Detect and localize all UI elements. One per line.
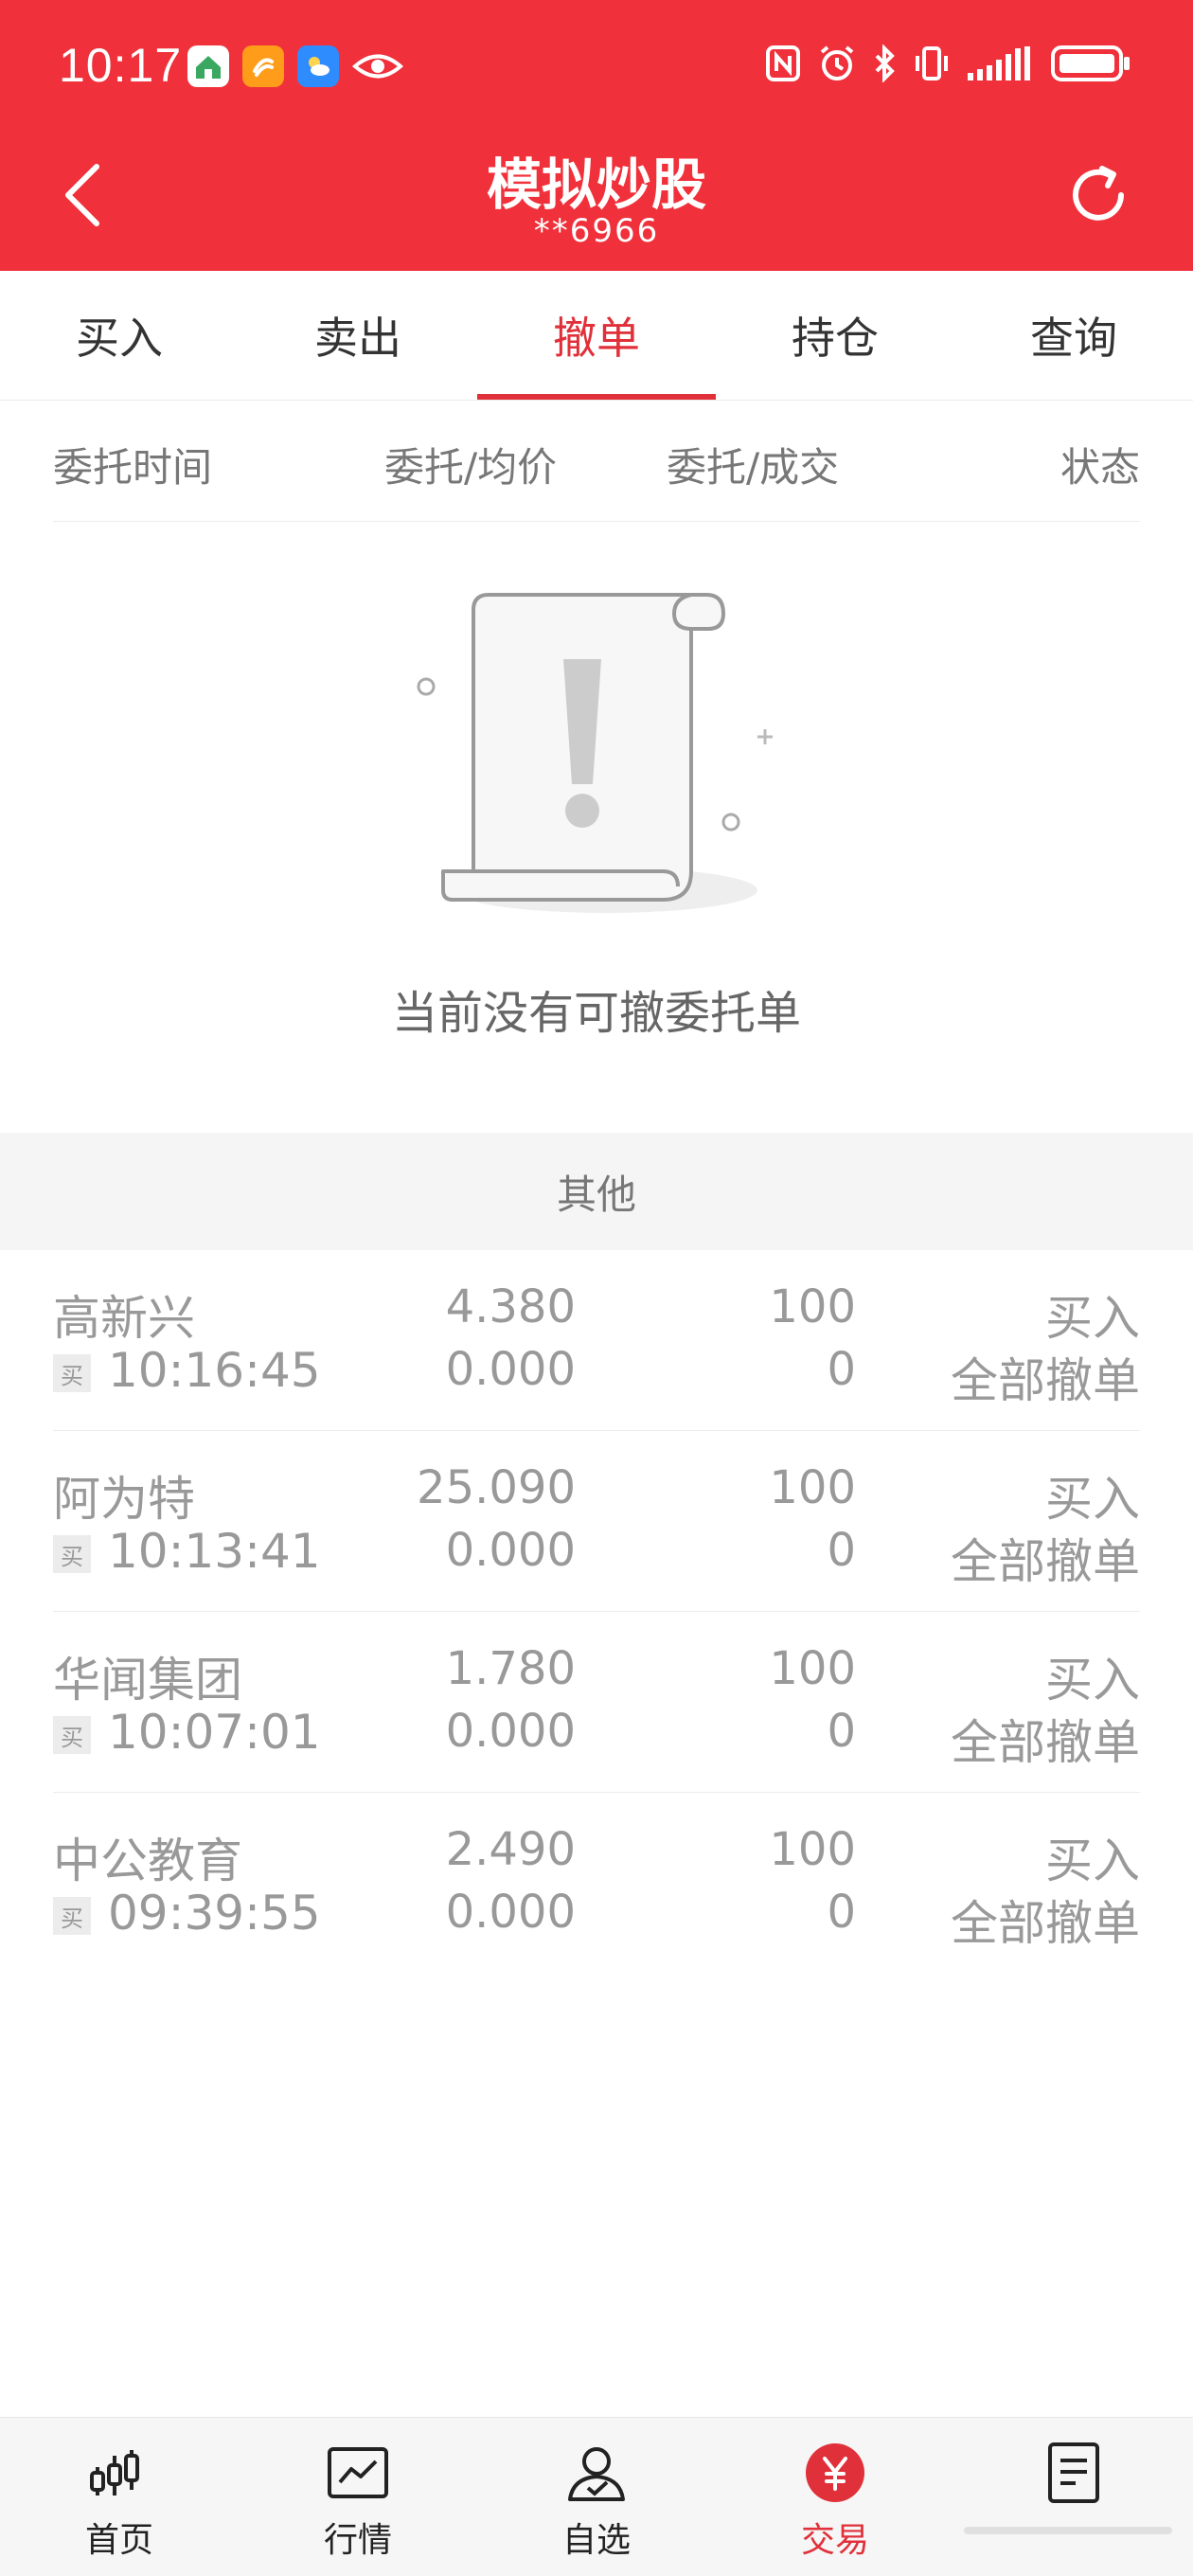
stock-name: 中公教育 <box>53 1834 242 1888</box>
order-status: 全部撤单 <box>951 1353 1140 1408</box>
order-list: 高新兴 买 10:16:45 4.380 0.000 100 0 买入 全部撤单… <box>53 1250 1140 1973</box>
nfc-icon <box>766 45 800 81</box>
order-time: 10:07:01 <box>108 1705 321 1760</box>
buy-badge: 买 <box>53 1897 91 1935</box>
nav-label: 行情 <box>323 2521 392 2560</box>
vibrate-icon <box>916 46 948 80</box>
eye-icon <box>352 45 403 87</box>
order-time: 10:13:41 <box>108 1524 321 1579</box>
average-price: 0.000 <box>445 1343 576 1396</box>
order-price: 2.490 <box>445 1823 576 1876</box>
status-right-icons <box>765 44 1131 83</box>
nav-label: 交易 <box>800 2521 869 2560</box>
average-price: 0.000 <box>445 1705 576 1758</box>
order-status: 全部撤单 <box>951 1715 1140 1770</box>
order-time: 09:39:55 <box>108 1886 321 1941</box>
order-side: 买入 <box>1045 1834 1140 1888</box>
order-qty: 100 <box>769 1642 856 1695</box>
order-column-header: 委托时间 委托/均价 委托/成交 状态 <box>53 400 1140 522</box>
nav-label: 自选 <box>561 2521 631 2560</box>
tab-buy[interactable]: 买入 <box>0 271 239 400</box>
nav-trade[interactable]: 交易 <box>716 2418 954 2576</box>
bottom-navigation: 首页 行情 自选 交易 <box>0 2417 1193 2576</box>
order-side: 买入 <box>1045 1291 1140 1346</box>
nav-market[interactable]: 行情 <box>239 2418 477 2576</box>
buy-badge: 买 <box>53 1354 91 1392</box>
order-qty: 100 <box>769 1823 856 1876</box>
filled-qty: 0 <box>827 1705 856 1758</box>
buy-badge: 买 <box>53 1716 91 1754</box>
column-qty: 委托/成交 <box>667 444 840 491</box>
order-price: 1.780 <box>445 1642 576 1695</box>
column-status: 状态 <box>1059 444 1140 491</box>
order-time: 10:16:45 <box>108 1343 321 1398</box>
nav-home[interactable]: 首页 <box>0 2418 239 2576</box>
average-price: 0.000 <box>445 1886 576 1939</box>
other-section-header: 其他 <box>0 1133 1193 1250</box>
nav-label: 首页 <box>84 2521 153 2560</box>
stock-name: 华闻集团 <box>53 1653 242 1708</box>
trade-tabs: 买入 卖出 撤单 持仓 查询 <box>0 271 1193 401</box>
filled-qty: 0 <box>827 1886 856 1939</box>
page-title: 模拟炒股 <box>486 152 706 217</box>
order-row[interactable]: 高新兴 买 10:16:45 4.380 0.000 100 0 买入 全部撤单 <box>53 1250 1140 1431</box>
column-price: 委托/均价 <box>384 444 558 491</box>
tab-query[interactable]: 查询 <box>954 271 1193 400</box>
order-row[interactable]: 阿为特 买 10:13:41 25.090 0.000 100 0 买入 全部撤… <box>53 1431 1140 1612</box>
empty-document-illustration <box>407 587 786 928</box>
candlestick-icon <box>85 2439 153 2507</box>
empty-state-message: 当前没有可撤委托单 <box>391 987 801 1040</box>
yen-icon <box>801 2439 869 2507</box>
stock-name: 阿为特 <box>53 1472 195 1527</box>
tab-sell[interactable]: 卖出 <box>239 271 477 400</box>
buy-badge: 买 <box>53 1535 91 1573</box>
orange-app-icon <box>242 45 284 87</box>
order-row[interactable]: 中公教育 买 09:39:55 2.490 0.000 100 0 买入 全部撤… <box>53 1793 1140 1973</box>
account-number: **6966 <box>533 212 660 250</box>
nav-watchlist[interactable]: 自选 <box>477 2418 716 2576</box>
order-qty: 100 <box>769 1461 856 1514</box>
app-header: 10:17 模拟炒股 **6966 <box>0 0 1193 271</box>
order-status: 全部撤单 <box>951 1896 1140 1951</box>
bluetooth-icon <box>875 45 895 82</box>
refresh-button[interactable] <box>1064 161 1132 229</box>
column-time: 委托时间 <box>53 444 213 491</box>
weather-app-icon <box>297 45 339 87</box>
status-time: 10:17 <box>59 39 183 92</box>
order-qty: 100 <box>769 1280 856 1333</box>
signal-icon <box>968 46 1030 80</box>
filled-qty: 0 <box>827 1524 856 1577</box>
refresh-icon <box>1073 166 1124 221</box>
battery-icon <box>1051 45 1130 81</box>
order-price: 25.090 <box>417 1461 576 1514</box>
status-left-icons <box>187 45 403 87</box>
user-check-icon <box>562 2439 631 2507</box>
page: 10:17 模拟炒股 **6966 买入 卖出 撤单 持仓 查询 委托时间 委托… <box>0 0 1193 2576</box>
tab-positions[interactable]: 持仓 <box>716 271 954 400</box>
stock-name: 高新兴 <box>53 1291 195 1346</box>
order-side: 买入 <box>1045 1472 1140 1527</box>
filled-qty: 0 <box>827 1343 856 1396</box>
order-price: 4.380 <box>445 1280 576 1333</box>
document-icon <box>1040 2439 1108 2507</box>
home-indicator[interactable] <box>964 2527 1172 2534</box>
nav-document[interactable] <box>954 2418 1193 2576</box>
order-side: 买入 <box>1045 1653 1140 1708</box>
average-price: 0.000 <box>445 1524 576 1577</box>
order-row[interactable]: 华闻集团 买 10:07:01 1.780 0.000 100 0 买入 全部撤… <box>53 1612 1140 1793</box>
chart-icon <box>324 2439 392 2507</box>
tab-cancel-order[interactable]: 撤单 <box>477 271 716 400</box>
order-status: 全部撤单 <box>951 1534 1140 1589</box>
alarm-icon <box>820 45 854 80</box>
home-app-icon <box>187 45 229 87</box>
